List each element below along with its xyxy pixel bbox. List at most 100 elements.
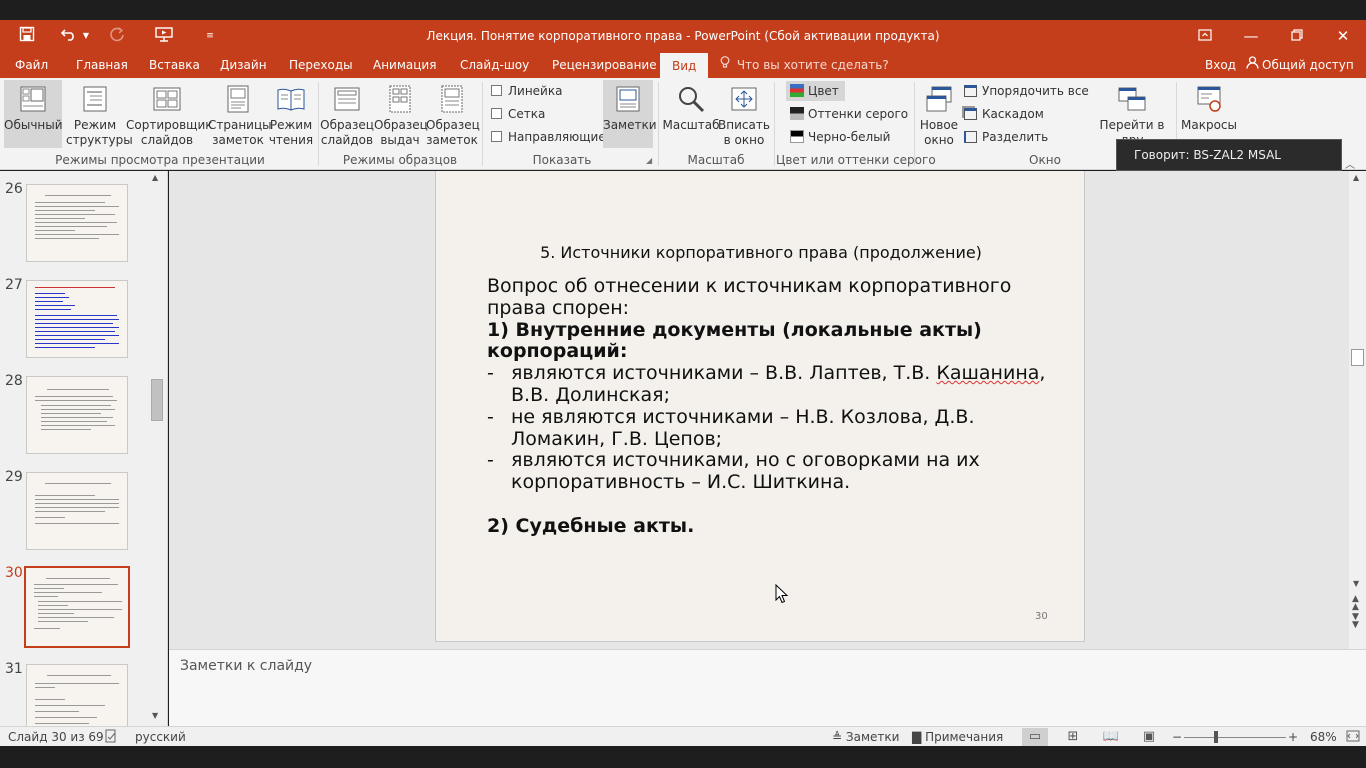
slide-sorter-button[interactable]: Сортировщик слайдов — [126, 84, 213, 148]
slide-scrollbar[interactable]: ▲ ▼ ▲ ▲ ▼ ▼ — [1349, 171, 1366, 649]
grid-checkbox[interactable]: Сетка — [491, 105, 545, 123]
share-label: Общий доступ — [1262, 58, 1354, 72]
notes-status-icon: ≜ — [832, 730, 843, 744]
slide-thumbnail-28[interactable] — [26, 376, 128, 454]
reading-view-button[interactable]: Режим чтения — [268, 84, 314, 148]
normal-view-button[interactable]: Обычный — [4, 80, 63, 148]
zoom-out-icon[interactable]: − — [1172, 727, 1182, 747]
tell-me-box[interactable]: Что вы хотите сделать? — [720, 52, 889, 78]
thumbnail-number: 29 — [5, 469, 23, 485]
comments-status-button[interactable]: ▇ Примечания — [912, 727, 1003, 747]
notes-pane[interactable]: Заметки к слайду — [169, 649, 1366, 726]
notes-status-button[interactable]: ≜ Заметки — [832, 727, 899, 747]
collapse-ribbon-icon[interactable]: ︿ — [1345, 156, 1355, 171]
slide-title[interactable]: 5. Источники корпоративного права (продо… — [436, 243, 1086, 262]
tab-home[interactable]: Главная — [74, 52, 130, 78]
customize-qat-icon[interactable]: ≡ — [200, 26, 220, 46]
language-indicator[interactable]: русский — [135, 727, 186, 747]
lightbulb-icon — [720, 52, 733, 78]
scrollbar-thumb[interactable] — [151, 379, 163, 421]
slide-thumbnail-26[interactable] — [26, 184, 128, 262]
slide-bullet-2: - не являются источниками – Н.В. Козлова… — [487, 405, 975, 450]
undo-dropdown-icon[interactable]: ▼ — [80, 26, 92, 46]
fit-to-window-button[interactable]: Вписать в окно — [718, 84, 770, 148]
zoom-in-icon[interactable]: + — [1288, 727, 1298, 747]
normal-view-status-icon[interactable]: ▭ — [1022, 728, 1048, 746]
signin-link[interactable]: Вход — [1203, 52, 1238, 78]
handout-master-button[interactable]: Образец выдач — [374, 84, 428, 148]
dialog-launcher-icon[interactable]: ◢ — [646, 156, 652, 165]
scroll-up-icon[interactable]: ▲ — [1353, 173, 1359, 182]
tab-file[interactable]: Файл — [13, 52, 50, 78]
previous-slide-icon[interactable]: ▲ ▲ — [1352, 595, 1359, 612]
new-window-button[interactable]: Новое окно — [918, 84, 960, 148]
zoom-percent[interactable]: 68% — [1310, 727, 1337, 747]
notes-toggle-button[interactable]: Заметки — [603, 80, 657, 148]
redo-icon[interactable] — [107, 26, 127, 46]
slide-thumbnails-pane[interactable]: 26 27 28 29 30 31 — [0, 171, 168, 726]
ribbon-display-options-icon[interactable] — [1182, 20, 1228, 52]
tab-design[interactable]: Дизайн — [218, 52, 269, 78]
cascade-icon — [964, 108, 977, 120]
save-icon[interactable] — [17, 26, 37, 46]
handout-master-icon — [389, 85, 411, 113]
reading-view-status-icon[interactable]: 📖 — [1098, 728, 1124, 746]
switch-windows-icon — [1118, 87, 1146, 111]
undo-icon[interactable] — [60, 26, 78, 46]
grayscale-button[interactable]: Оттенки серого — [790, 105, 908, 123]
group-label-show: Показать — [532, 153, 592, 167]
slide-thumbnail-31[interactable] — [26, 664, 128, 726]
tab-animations[interactable]: Анимация — [371, 52, 438, 78]
scroll-down-icon[interactable]: ▼ — [152, 711, 158, 720]
cascade-button[interactable]: Каскадом — [964, 105, 1044, 123]
notes-master-icon — [441, 85, 463, 113]
color-button[interactable]: Цвет — [786, 81, 845, 101]
slideshow-status-icon[interactable]: ▣ — [1136, 728, 1162, 746]
mouse-pointer-icon — [775, 583, 789, 607]
slide-intro-line: права спорен: — [487, 296, 630, 319]
guides-checkbox[interactable]: Направляющие — [491, 128, 606, 146]
screen-bottom-border — [0, 746, 1366, 768]
macros-icon — [1197, 86, 1221, 112]
current-slide[interactable]: 5. Источники корпоративного права (продо… — [435, 171, 1085, 642]
tell-me-text: Что вы хотите сделать? — [736, 58, 889, 72]
tab-transitions[interactable]: Переходы — [287, 52, 355, 78]
tab-slideshow[interactable]: Слайд-шоу — [458, 52, 531, 78]
zoom-slider-thumb[interactable] — [1214, 731, 1218, 743]
split-button[interactable]: Разделить — [964, 128, 1048, 146]
slide-thumbnail-27[interactable] — [26, 280, 128, 358]
notes-master-button[interactable]: Образец заметок — [426, 84, 480, 148]
tab-review[interactable]: Рецензирование — [550, 52, 659, 78]
macros-button[interactable]: Макросы — [1180, 84, 1238, 133]
slide-point-2: 2) Судебные акты. — [487, 514, 695, 537]
slide-thumbnail-29[interactable] — [26, 472, 128, 550]
slide-thumbnail-30-selected[interactable] — [24, 566, 130, 648]
black-white-button[interactable]: Черно-белый — [790, 128, 890, 146]
thumbnail-number: 31 — [5, 661, 23, 677]
slide-body[interactable]: Вопрос об отнесении к источникам корпора… — [487, 275, 1077, 538]
close-button[interactable]: ✕ — [1320, 20, 1366, 52]
notes-page-button[interactable]: Страницы заметок — [208, 84, 272, 148]
minimize-button[interactable]: — — [1228, 20, 1274, 52]
zoom-slider-track[interactable] — [1184, 737, 1286, 738]
outline-view-button[interactable]: Режим структуры — [66, 84, 133, 148]
present-from-start-icon[interactable] — [153, 26, 175, 46]
fit-slide-icon[interactable] — [1346, 727, 1360, 747]
slide-bullet-3: - являются источниками, но с оговорками … — [487, 449, 980, 494]
restore-button[interactable] — [1274, 20, 1320, 52]
zoom-button[interactable]: Масштаб — [662, 84, 720, 133]
ruler-checkbox[interactable]: Линейка — [491, 82, 562, 100]
slide-sorter-status-icon[interactable]: ⊞ — [1060, 728, 1086, 746]
thumbnails-scrollbar[interactable]: ▲ ▼ — [150, 171, 164, 726]
arrange-all-button[interactable]: Упорядочить все — [964, 82, 1089, 100]
spellcheck-icon[interactable] — [104, 727, 118, 747]
scroll-down-icon[interactable]: ▼ — [1353, 579, 1359, 588]
share-button[interactable]: Общий доступ — [1244, 52, 1356, 78]
tab-view[interactable]: Вид — [660, 53, 709, 78]
tab-insert[interactable]: Вставка — [147, 52, 202, 78]
scrollbar-thumb[interactable] — [1351, 349, 1364, 366]
scroll-up-icon[interactable]: ▲ — [152, 173, 158, 182]
slide-master-button[interactable]: Образец слайдов — [320, 84, 374, 148]
split-icon — [964, 131, 977, 143]
next-slide-icon[interactable]: ▼ ▼ — [1352, 613, 1359, 630]
